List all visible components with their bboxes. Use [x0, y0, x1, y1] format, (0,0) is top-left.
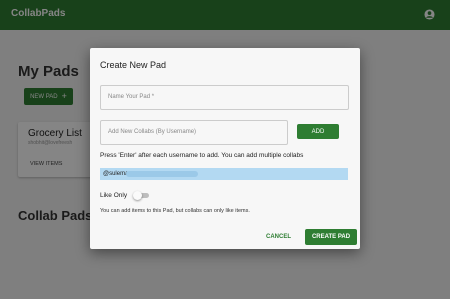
cancel-button[interactable]: CANCEL [266, 234, 291, 240]
toggle-knob [133, 191, 142, 200]
collab-hint: Press 'Enter' after each username to add… [100, 152, 304, 159]
like-only-toggle[interactable] [133, 191, 151, 200]
like-only-note: You can add items to this Pad, but colla… [100, 208, 250, 214]
pad-name-input[interactable]: Name Your Pad * [100, 85, 349, 110]
create-pad-button[interactable]: CREATE PAD [305, 229, 357, 245]
pad-name-placeholder: Name Your Pad * [108, 94, 155, 100]
redacted-text [126, 171, 198, 177]
like-only-label: Like Only [100, 192, 128, 199]
collab-username-input[interactable]: Add New Collabs (By Username) [100, 120, 288, 145]
add-collab-button[interactable]: ADD [297, 124, 339, 139]
collab-username-placeholder: Add New Collabs (By Username) [108, 129, 197, 135]
create-pad-dialog: Create New Pad Name Your Pad * Add New C… [90, 48, 360, 249]
dialog-title: Create New Pad [100, 60, 167, 70]
collab-chip[interactable]: @suleman [100, 168, 348, 180]
